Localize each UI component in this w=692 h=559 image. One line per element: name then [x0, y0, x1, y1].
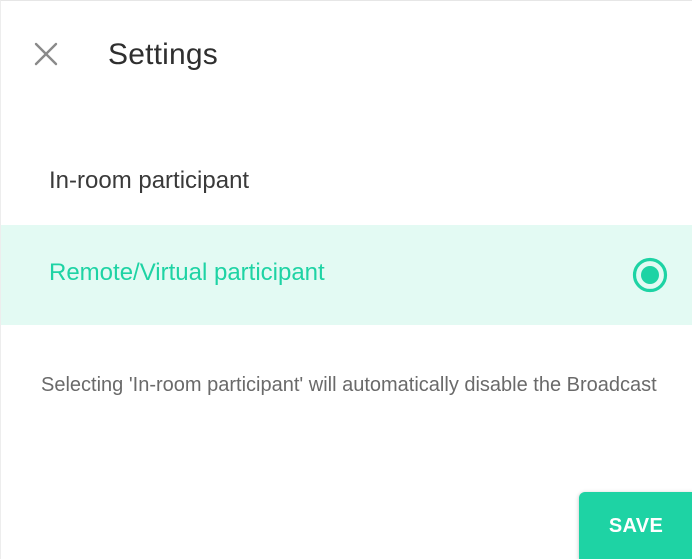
- broadcast-note: Selecting 'In-room participant' will aut…: [41, 374, 657, 396]
- option-remote-virtual-participant[interactable]: Remote/Virtual participant: [1, 225, 692, 325]
- option-label: Remote/Virtual participant: [49, 259, 325, 286]
- option-in-room-participant[interactable]: In-room participant: [1, 141, 692, 225]
- settings-header: Settings: [1, 1, 692, 106]
- settings-panel: Settings In-room participant Remote/Virt…: [0, 0, 692, 559]
- close-button[interactable]: [29, 37, 63, 71]
- close-icon: [34, 42, 58, 66]
- radio-selected-icon[interactable]: [631, 256, 669, 294]
- option-label: In-room participant: [49, 167, 250, 194]
- page-title: Settings: [108, 38, 218, 71]
- save-button[interactable]: SAVE: [579, 492, 692, 559]
